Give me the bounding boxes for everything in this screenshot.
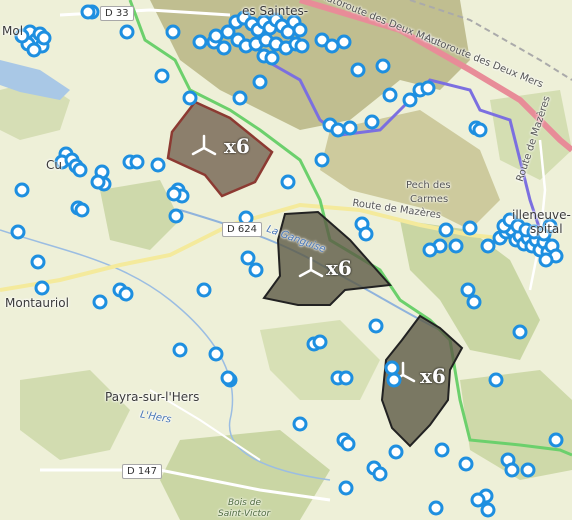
poi-marker[interactable]	[208, 28, 224, 44]
poi-marker[interactable]	[34, 280, 50, 296]
forest-area	[460, 370, 572, 480]
poi-marker[interactable]	[512, 324, 528, 340]
poi-marker[interactable]	[372, 466, 388, 482]
poi-marker[interactable]	[166, 186, 182, 202]
place-label-mol: Mol	[2, 24, 24, 38]
map-view[interactable]: Mol Cu es Saintes- Montauriol Payra-sur-…	[0, 0, 572, 520]
poi-marker[interactable]	[428, 500, 444, 516]
poi-marker[interactable]	[324, 38, 340, 54]
poi-marker[interactable]	[470, 492, 486, 508]
poi-marker[interactable]	[240, 250, 256, 266]
poi-marker[interactable]	[548, 432, 564, 448]
poi-marker[interactable]	[538, 252, 554, 268]
poi-marker[interactable]	[488, 372, 504, 388]
poi-marker[interactable]	[36, 30, 52, 46]
poi-marker[interactable]	[388, 444, 404, 460]
poi-marker[interactable]	[172, 342, 188, 358]
poi-marker[interactable]	[10, 224, 26, 240]
poi-marker[interactable]	[264, 50, 280, 66]
poi-marker[interactable]	[292, 416, 308, 432]
place-label-pech: Pech des	[406, 180, 451, 191]
poi-marker[interactable]	[420, 80, 436, 96]
poi-marker[interactable]	[80, 4, 96, 20]
poi-marker[interactable]	[248, 262, 264, 278]
poi-marker[interactable]	[342, 120, 358, 136]
poi-marker[interactable]	[280, 174, 296, 190]
poi-marker[interactable]	[220, 370, 236, 386]
poi-marker[interactable]	[336, 34, 352, 50]
poi-marker[interactable]	[26, 42, 42, 58]
wind-farm-2-count[interactable]: x6	[326, 256, 352, 280]
poi-marker[interactable]	[252, 74, 268, 90]
poi-marker[interactable]	[520, 462, 536, 478]
poi-marker[interactable]	[294, 38, 310, 54]
poi-marker[interactable]	[92, 294, 108, 310]
wind-farm-polygon-1[interactable]	[166, 100, 274, 198]
poi-marker[interactable]	[165, 24, 181, 40]
poi-marker[interactable]	[384, 360, 400, 376]
place-label-carmes: Carmes	[410, 194, 449, 205]
poi-marker[interactable]	[358, 226, 374, 242]
road-shield-d33: D 33	[100, 6, 134, 21]
poi-marker[interactable]	[292, 22, 308, 38]
poi-marker[interactable]	[168, 208, 184, 224]
poi-marker[interactable]	[458, 456, 474, 472]
forest-area	[260, 320, 380, 400]
poi-marker[interactable]	[192, 34, 208, 50]
wind-farm-1-count[interactable]: x6	[224, 134, 250, 158]
place-label-payra: Payra-sur-l'Hers	[105, 390, 200, 404]
poi-marker[interactable]	[386, 372, 402, 388]
poi-marker[interactable]	[480, 238, 496, 254]
poi-marker[interactable]	[368, 318, 384, 334]
road-shield-d147: D 147	[122, 464, 162, 479]
poi-marker[interactable]	[466, 294, 482, 310]
poi-marker[interactable]	[119, 24, 135, 40]
poi-marker[interactable]	[182, 90, 198, 106]
poi-marker[interactable]	[462, 220, 478, 236]
wood-label-saint-victor: Saint-Victor	[218, 509, 271, 519]
poi-marker[interactable]	[72, 162, 88, 178]
poi-marker[interactable]	[14, 182, 30, 198]
place-label-cu: Cu	[46, 158, 62, 172]
place-label-villeneuve-2: spital	[530, 222, 563, 236]
road-shield-d624: D 624	[222, 222, 262, 237]
place-label-saintes: es Saintes-	[242, 4, 309, 18]
poi-marker[interactable]	[208, 346, 224, 362]
poi-marker[interactable]	[232, 90, 248, 106]
poi-marker[interactable]	[74, 202, 90, 218]
poi-marker[interactable]	[472, 122, 488, 138]
poi-marker[interactable]	[340, 436, 356, 452]
poi-marker[interactable]	[196, 282, 212, 298]
poi-marker[interactable]	[90, 174, 106, 190]
poi-marker[interactable]	[375, 58, 391, 74]
poi-marker[interactable]	[338, 480, 354, 496]
poi-marker[interactable]	[364, 114, 380, 130]
poi-marker[interactable]	[150, 157, 166, 173]
map-base-layer	[0, 0, 572, 520]
poi-marker[interactable]	[118, 286, 134, 302]
poi-marker[interactable]	[438, 222, 454, 238]
poi-marker[interactable]	[129, 154, 145, 170]
forest-area	[20, 370, 130, 460]
poi-marker[interactable]	[338, 370, 354, 386]
poi-marker[interactable]	[402, 92, 418, 108]
poi-marker[interactable]	[504, 462, 520, 478]
poi-marker[interactable]	[460, 282, 476, 298]
poi-marker[interactable]	[154, 68, 170, 84]
poi-marker[interactable]	[480, 502, 496, 518]
poi-marker[interactable]	[434, 442, 450, 458]
poi-marker[interactable]	[312, 334, 328, 350]
poi-marker[interactable]	[422, 242, 438, 258]
wood-label-bois: Bois de	[228, 498, 261, 508]
place-label-montauriol: Montauriol	[5, 296, 69, 310]
poi-marker[interactable]	[382, 87, 398, 103]
place-label-villeneuve: illeneuve-	[512, 208, 571, 222]
poi-marker[interactable]	[330, 122, 346, 138]
poi-marker[interactable]	[216, 40, 232, 56]
poi-marker[interactable]	[350, 62, 366, 78]
wind-farm-3-count[interactable]: x6	[420, 364, 446, 388]
poi-marker[interactable]	[30, 254, 46, 270]
poi-marker[interactable]	[314, 152, 330, 168]
poi-marker[interactable]	[448, 238, 464, 254]
